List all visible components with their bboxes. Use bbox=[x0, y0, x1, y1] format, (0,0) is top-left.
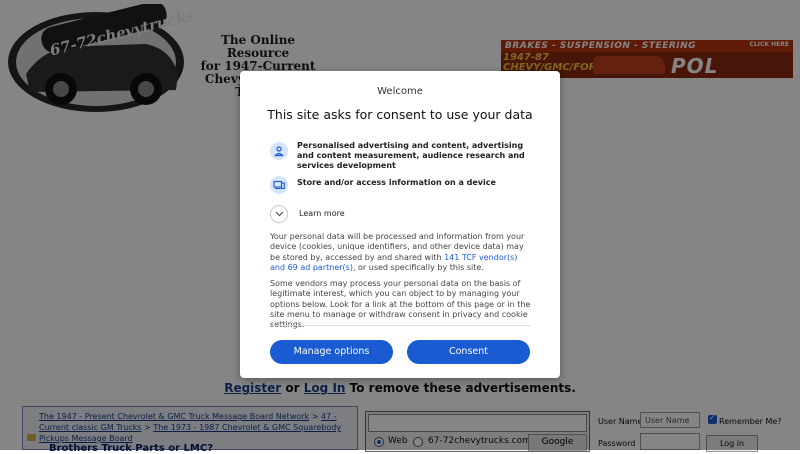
chevron-down-icon bbox=[270, 205, 288, 223]
consent-overlay: Welcome This site asks for consent to us… bbox=[0, 0, 800, 450]
manage-options-button[interactable]: Manage options bbox=[270, 340, 393, 364]
consent-title: This site asks for consent to use your d… bbox=[267, 107, 533, 122]
divider bbox=[270, 325, 530, 326]
consent-welcome: Welcome bbox=[377, 86, 423, 97]
device-icon bbox=[270, 176, 288, 194]
purpose-text: Personalised advertising and content, ad… bbox=[297, 141, 525, 170]
consent-paragraph-2: Some vendors may process your personal d… bbox=[270, 279, 531, 329]
person-icon bbox=[270, 142, 288, 160]
paragraph-text: , or used specifically by this site. bbox=[352, 262, 484, 272]
purpose-text: Store and/or access information on a dev… bbox=[297, 178, 496, 187]
consent-paragraph-1: Your personal data will be processed and… bbox=[270, 232, 532, 273]
consent-dialog: Welcome This site asks for consent to us… bbox=[240, 71, 560, 378]
learn-more-label: Learn more bbox=[299, 209, 345, 218]
consent-button[interactable]: Consent bbox=[407, 340, 530, 364]
